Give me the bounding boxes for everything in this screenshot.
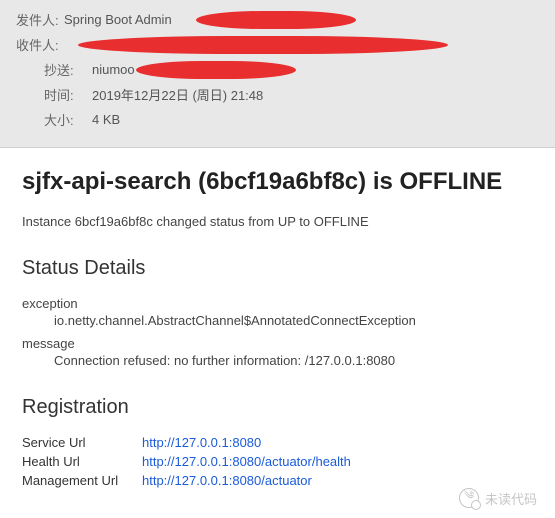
email-body: sjfx-api-search (6bcf19a6bf8c) is OFFLIN… — [0, 148, 555, 512]
page-title: sjfx-api-search (6bcf19a6bf8c) is OFFLIN… — [22, 168, 533, 196]
time-row: 时间: 2019年12月22日 (周日) 21:48 — [16, 85, 539, 104]
to-label: 收件人: — [16, 35, 64, 54]
health-url-label: Health Url — [22, 454, 142, 469]
status-details-heading: Status Details — [22, 257, 533, 280]
message-label: message — [22, 336, 533, 351]
time-value: 2019年12月22日 (周日) 21:48 — [92, 85, 263, 104]
email-header: 发件人: Spring Boot Admin 收件人: 抄送: niumoo 时… — [0, 0, 555, 148]
from-label: 发件人: — [16, 10, 64, 29]
service-url-label: Service Url — [22, 435, 142, 450]
watermark-text: 未读代码 — [485, 489, 537, 508]
management-url-row: Management Url http://127.0.0.1:8080/act… — [22, 473, 533, 488]
from-row: 发件人: Spring Boot Admin — [16, 10, 539, 29]
service-url-row: Service Url http://127.0.0.1:8080 — [22, 435, 533, 450]
management-url-label: Management Url — [22, 473, 142, 488]
redaction-mark — [136, 61, 296, 79]
size-label: 大小: — [44, 110, 92, 129]
registration-table: Service Url http://127.0.0.1:8080 Health… — [22, 435, 533, 488]
exception-value: io.netty.channel.AbstractChannel$Annotat… — [22, 313, 533, 328]
to-row: 收件人: — [16, 35, 539, 54]
redaction-mark — [78, 36, 448, 54]
health-url-link[interactable]: http://127.0.0.1:8080/actuator/health — [142, 454, 351, 469]
status-details-block: exception io.netty.channel.AbstractChann… — [22, 296, 533, 368]
cc-label: 抄送: — [44, 60, 92, 79]
exception-label: exception — [22, 296, 533, 311]
management-url-link[interactable]: http://127.0.0.1:8080/actuator — [142, 473, 312, 488]
status-change-text: Instance 6bcf19a6bf8c changed status fro… — [22, 214, 533, 229]
wechat-icon: ༄ — [459, 488, 479, 508]
cc-value: niumoo — [92, 62, 135, 77]
redaction-mark — [196, 11, 356, 29]
size-value: 4 KB — [92, 112, 120, 127]
message-value: Connection refused: no further informati… — [22, 353, 533, 368]
service-url-link[interactable]: http://127.0.0.1:8080 — [142, 435, 261, 450]
cc-row: 抄送: niumoo — [16, 60, 539, 79]
registration-heading: Registration — [22, 396, 533, 419]
size-row: 大小: 4 KB — [16, 110, 539, 129]
time-label: 时间: — [44, 85, 92, 104]
health-url-row: Health Url http://127.0.0.1:8080/actuato… — [22, 454, 533, 469]
watermark: ༄ 未读代码 — [459, 488, 537, 508]
from-value: Spring Boot Admin — [64, 12, 172, 27]
